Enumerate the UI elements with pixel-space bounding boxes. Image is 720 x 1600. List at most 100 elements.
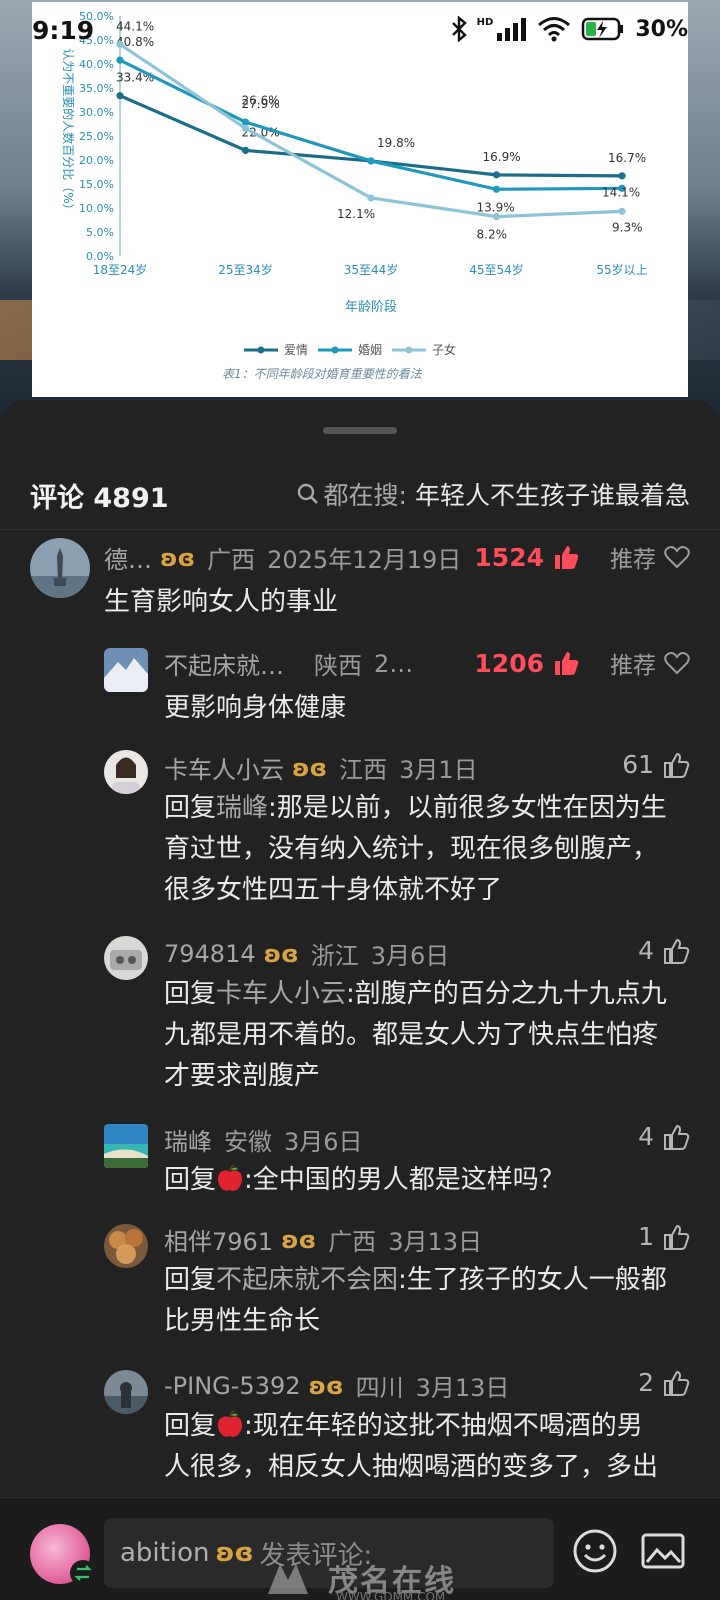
data-label: 9.3% — [612, 220, 643, 234]
emoji-icon[interactable] — [572, 1528, 618, 1574]
reply-prefix: 回复 — [164, 979, 217, 1009]
comment-line: :剖腹产的百分之九十九点九 — [346, 979, 667, 1009]
avatar[interactable] — [104, 936, 148, 980]
thumbs-up-filled-icon[interactable] — [552, 543, 580, 571]
like-count: 4 — [638, 1122, 654, 1151]
y-tick-label: 35.0% — [79, 82, 114, 95]
comment-author[interactable]: 不起床就… — [164, 646, 284, 681]
data-point — [241, 146, 250, 154]
comment-date: 3月13日 — [415, 1374, 510, 1402]
switch-account-icon[interactable] — [70, 1560, 96, 1586]
thumbs-up-icon[interactable] — [662, 1369, 690, 1397]
data-point — [367, 194, 375, 202]
watermark-url: WWW.GDMM.COM — [336, 1590, 446, 1600]
sheet-drag-handle[interactable] — [323, 427, 397, 434]
comment-location: 四川 — [355, 1374, 404, 1402]
chart-caption: 表1：不同年龄段对婚育重要性的看法 — [222, 367, 423, 381]
data-label: 16.7% — [608, 151, 646, 165]
data-label: 12.1% — [337, 207, 375, 221]
legend-marker — [257, 346, 265, 354]
data-point — [492, 185, 501, 193]
like-count: 1524 — [474, 542, 544, 572]
reply-prefix: 回复 — [164, 1265, 217, 1295]
y-tick-label: 20.0% — [79, 154, 114, 167]
data-point — [241, 124, 250, 132]
avatar[interactable] — [104, 750, 148, 794]
data-label: 16.9% — [483, 150, 521, 164]
y-tick-label: 30.0% — [79, 106, 114, 119]
trending-search-link[interactable]: 都在搜: 年轻人不生孩子谁最着急 — [296, 476, 690, 512]
fan-badge-icon: ʚɞ — [160, 543, 196, 572]
legend-marker — [405, 346, 413, 354]
avatar[interactable] — [104, 1370, 148, 1414]
thumbs-up-icon[interactable] — [662, 1123, 690, 1151]
like-count: 1206 — [474, 648, 544, 678]
comment-date: 3月1日 — [399, 756, 478, 784]
recommend-label[interactable]: 推荐 — [610, 540, 656, 574]
reply-to-user[interactable]: 不起床就不会困 — [216, 1265, 398, 1295]
wifi-icon — [538, 17, 571, 42]
thumbs-up-icon[interactable] — [662, 1223, 690, 1251]
recommend-label[interactable]: 推荐 — [610, 646, 656, 680]
my-avatar[interactable] — [30, 1524, 96, 1586]
like-count: 2 — [638, 1368, 654, 1397]
data-label: 26.6% — [242, 93, 280, 107]
fan-badge-icon: ʚɞ — [281, 1225, 317, 1254]
status-bar: 9:19 HD 30% — [0, 0, 720, 70]
heart-icon[interactable] — [664, 651, 690, 675]
comment-text: 生育影响女人的事业 — [104, 587, 339, 617]
comment-author[interactable]: 卡车人小云 — [164, 750, 284, 785]
reply-to-user[interactable]: 卡车人小云 — [216, 979, 346, 1009]
comment-text: 回复瑞峰:那是以前，以前很多女性在因为生 育过世，没有纳入统计，现在很多刨腹产，… — [164, 788, 694, 911]
data-label: 14.1% — [602, 185, 640, 199]
legend-label: 子女 — [432, 342, 456, 357]
avatar[interactable] — [30, 538, 90, 598]
comment-author[interactable]: 德… — [104, 540, 152, 575]
reply-prefix: 回复 — [164, 793, 217, 823]
avatar[interactable] — [104, 648, 148, 692]
reply-to-user[interactable]: 瑞峰 — [216, 793, 268, 823]
like-count: 1 — [638, 1222, 654, 1251]
y-axis-title: 认为不重要的人数百分比（%） — [61, 48, 76, 215]
avatar[interactable] — [104, 1224, 148, 1268]
x-tick-label: 35至44岁 — [344, 262, 399, 277]
comment-text: 回复:全中国的男人都是这样吗？ — [164, 1160, 694, 1201]
y-tick-label: 10.0% — [79, 202, 114, 215]
search-icon — [297, 483, 318, 504]
bluetooth-icon — [451, 16, 467, 42]
data-point — [618, 207, 626, 215]
comment-header: 评论 4891 都在搜: 年轻人不生孩子谁最着急 — [0, 460, 720, 530]
x-tick-label: 55岁以上 — [596, 262, 647, 277]
like-count: 61 — [622, 750, 654, 779]
thumbs-up-icon[interactable] — [662, 937, 690, 965]
comment-date: 3月13日 — [388, 1228, 482, 1256]
legend-label: 爱情 — [284, 343, 308, 357]
avatar[interactable] — [104, 1124, 148, 1168]
comment-author[interactable]: -PING-5392 — [164, 1372, 301, 1400]
red-apple-icon — [218, 1164, 243, 1191]
comment-author[interactable]: 相伴7961 — [164, 1222, 273, 1257]
comment-text: 更影响身体健康 — [164, 693, 347, 723]
thumbs-up-filled-icon[interactable] — [552, 649, 580, 677]
comment-location: 广西 — [207, 546, 256, 574]
comment-text: 回复卡车人小云:剖腹产的百分之九十九点九 九都是用不着的。都是女人为了快点生怕疼… — [164, 974, 694, 1097]
image-icon[interactable] — [640, 1528, 686, 1574]
data-point — [367, 157, 375, 165]
comment-sheet: 评论 4891 都在搜: 年轻人不生孩子谁最着急 德… ʚɞ 广西 2025年1… — [0, 400, 720, 1600]
data-point — [492, 171, 501, 179]
comment-date: 3月6日 — [370, 942, 450, 970]
comment-author[interactable]: 794814 — [164, 940, 256, 968]
comment-line: 九都是用不着的。都是女人为了快点生怕疼 — [164, 1020, 659, 1050]
comment-line: 人很多，相反女人抽烟喝酒的变多了，多出 — [164, 1452, 659, 1482]
data-label: 13.9% — [477, 200, 515, 214]
comment-author[interactable]: 瑞峰 — [164, 1122, 212, 1157]
comment-line: 很多女性四五十身体就不好了 — [164, 875, 503, 905]
comment-line: 才要求剖腹产 — [164, 1061, 321, 1091]
hd-label: HD — [476, 17, 494, 28]
x-tick-label: 45至54岁 — [469, 262, 524, 277]
x-tick-label: 25至34岁 — [218, 262, 273, 277]
thumbs-up-icon[interactable] — [662, 751, 690, 779]
battery-percent: 30% — [635, 16, 688, 42]
heart-icon[interactable] — [664, 545, 690, 569]
data-point — [492, 213, 501, 221]
